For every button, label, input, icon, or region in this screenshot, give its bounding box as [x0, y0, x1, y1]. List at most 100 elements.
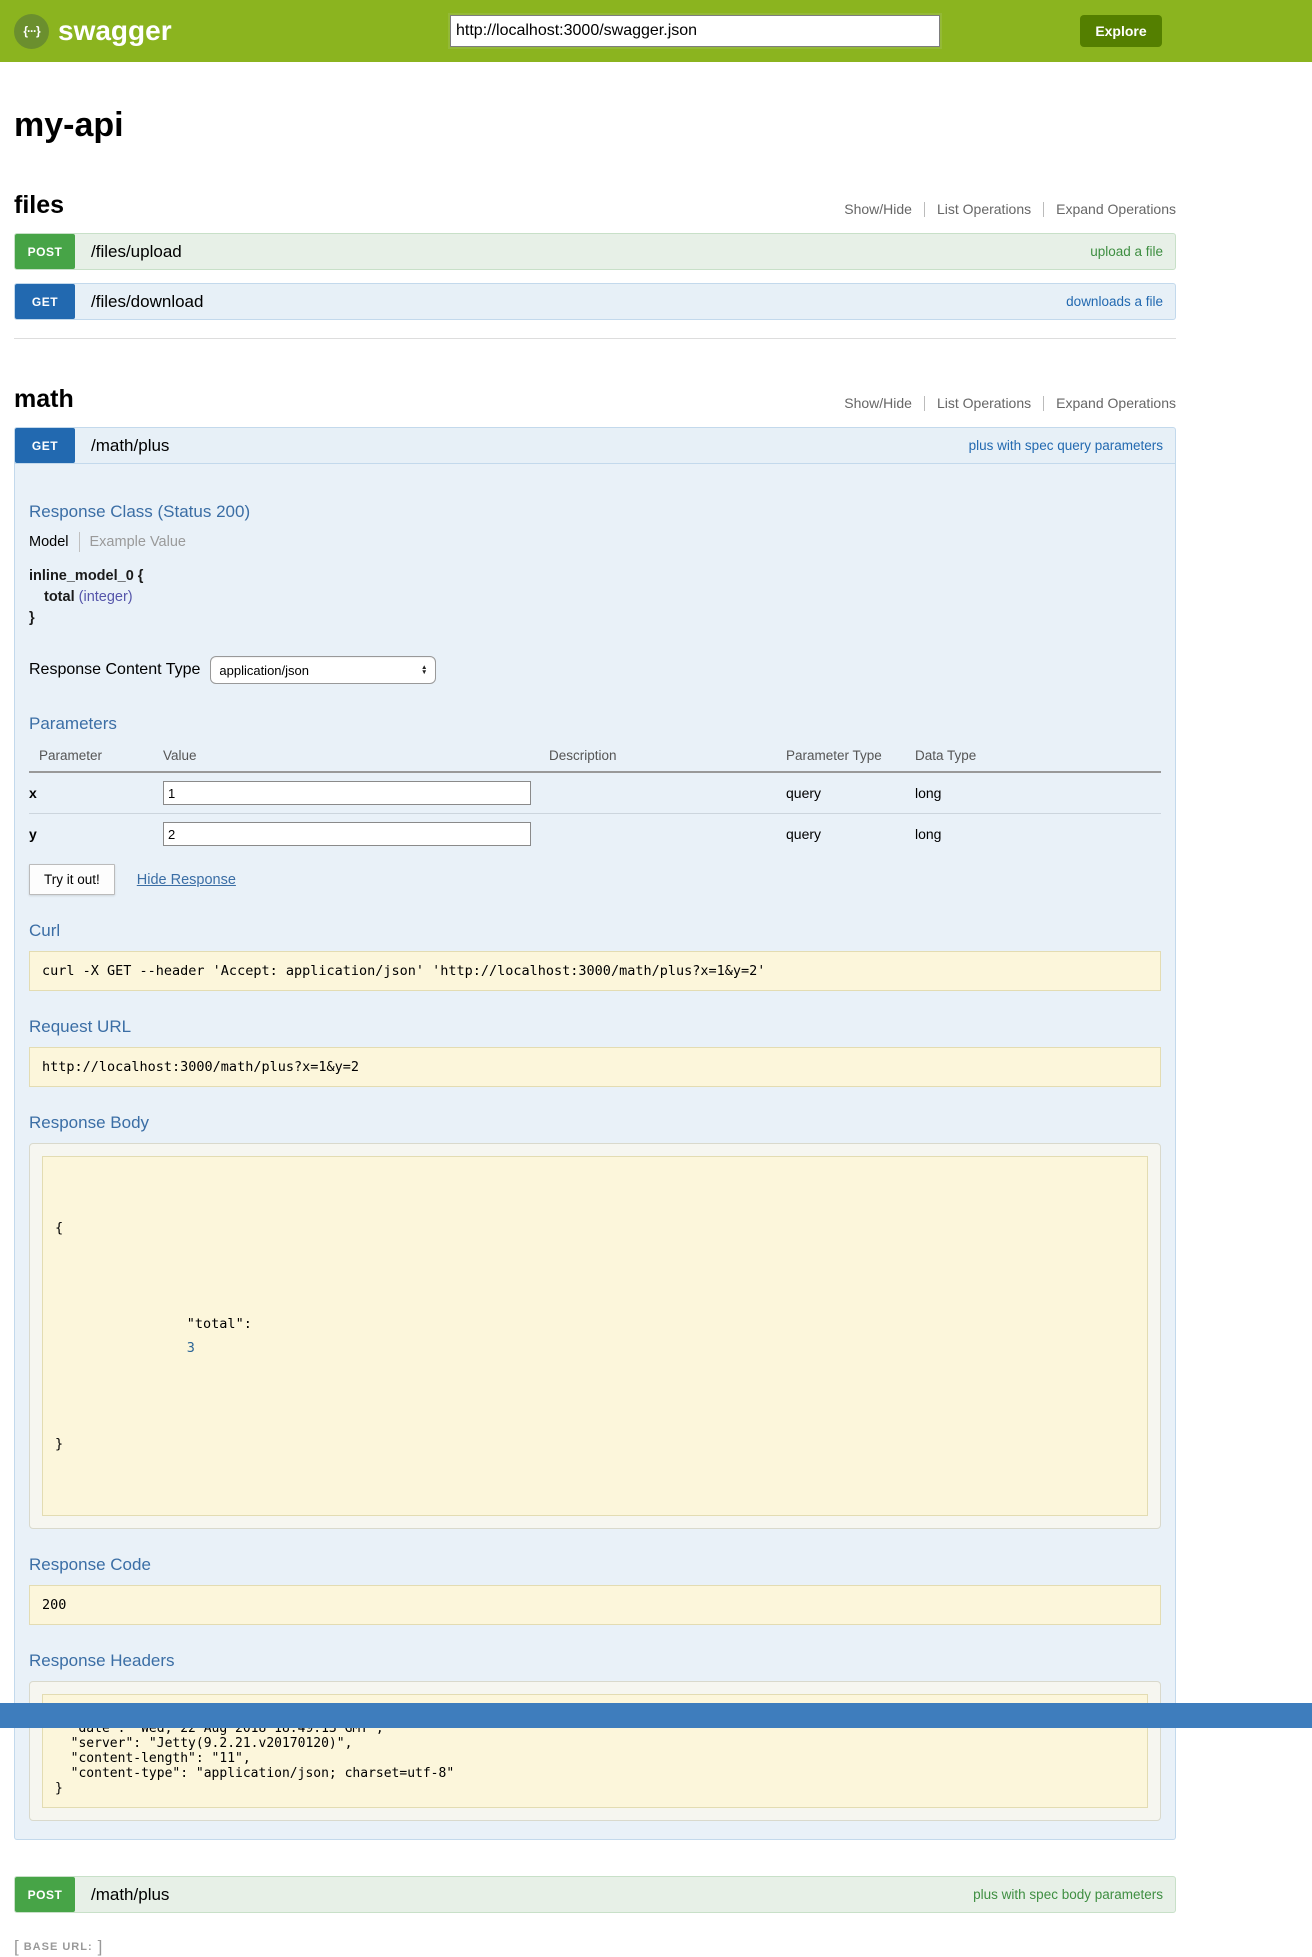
footer-bar	[0, 1703, 1312, 1728]
json-key: "total":	[187, 1316, 252, 1332]
model-signature: inline_model_0 { total (integer) }	[29, 568, 1161, 626]
param-data-type: long	[915, 814, 1161, 855]
operation-path-link[interactable]: /math/plus	[91, 1885, 169, 1905]
link-divider	[924, 396, 925, 411]
col-data-type: Data Type	[915, 744, 1161, 772]
parameter-row-y: y query long	[29, 814, 1161, 855]
get-method-badge[interactable]: GET	[15, 428, 75, 463]
operation-path-link[interactable]: /math/plus	[91, 436, 169, 456]
brand-name: swagger	[58, 15, 172, 47]
response-body-block: { "total": 3 }	[29, 1143, 1161, 1529]
parameter-row-x: x query long	[29, 772, 1161, 814]
param-type: query	[786, 772, 915, 814]
operation-summary-link[interactable]: upload a file	[1090, 244, 1163, 259]
param-name: x	[29, 772, 163, 814]
operation-heading[interactable]: POST /files/upload upload a file	[14, 233, 1176, 270]
select-arrows-icon: ▲▼	[421, 665, 427, 675]
operation-summary-link[interactable]: plus with spec body parameters	[973, 1887, 1163, 1902]
operation-get-files-download: GET /files/download downloads a file	[14, 283, 1176, 320]
response-headers-heading: Response Headers	[29, 1651, 1161, 1671]
operation-detail-panel: Response Class (Status 200) Model Exampl…	[14, 464, 1176, 1840]
tab-divider	[79, 532, 80, 552]
param-description	[549, 814, 786, 855]
get-method-badge[interactable]: GET	[15, 284, 75, 319]
section-math: math Show/Hide List Operations Expand Op…	[14, 385, 1176, 1913]
response-code-heading: Response Code	[29, 1555, 1161, 1575]
base-url-open-bracket: [	[14, 1937, 19, 1957]
try-it-out-button[interactable]: Try it out!	[29, 864, 115, 895]
show-hide-link[interactable]: Show/Hide	[844, 395, 912, 411]
post-method-badge[interactable]: POST	[15, 234, 75, 269]
operation-summary-link[interactable]: downloads a file	[1066, 294, 1163, 309]
section-links-files: Show/Hide List Operations Expand Operati…	[844, 201, 1176, 220]
link-divider	[1043, 396, 1044, 411]
spec-url-input[interactable]	[450, 15, 940, 47]
tab-model[interactable]: Model	[29, 534, 69, 550]
expand-operations-link[interactable]: Expand Operations	[1056, 395, 1176, 411]
operation-post-files-upload: POST /files/upload upload a file	[14, 233, 1176, 270]
json-value: 3	[187, 1340, 195, 1356]
explore-button[interactable]: Explore	[1080, 15, 1162, 47]
curl-command: curl -X GET --header 'Accept: applicatio…	[29, 951, 1161, 991]
json-open-brace: {	[55, 1216, 1135, 1240]
model-open: inline_model_0 {	[29, 568, 1161, 584]
post-method-badge[interactable]: POST	[15, 1877, 75, 1912]
col-parameter-type: Parameter Type	[786, 744, 915, 772]
operation-path-link[interactable]: /files/upload	[91, 242, 182, 262]
model-tabs: Model Example Value	[29, 532, 1161, 552]
section-title-files[interactable]: files	[14, 191, 64, 220]
col-value: Value	[163, 744, 549, 772]
operation-heading[interactable]: GET /math/plus plus with spec query para…	[14, 427, 1176, 464]
parameters-table: Parameter Value Description Parameter Ty…	[29, 744, 1161, 854]
top-header-bar: {···} swagger Explore	[0, 0, 1312, 62]
selected-option: application/json	[219, 663, 309, 678]
section-links-math: Show/Hide List Operations Expand Operati…	[844, 395, 1176, 414]
operation-get-math-plus: GET /math/plus plus with spec query para…	[14, 427, 1176, 1840]
response-code-value: 200	[29, 1585, 1161, 1625]
param-y-value-input[interactable]	[163, 822, 531, 846]
response-headers-block: { "date": "Wed, 22 Aug 2018 18:49:13 GMT…	[29, 1681, 1161, 1821]
request-url-value: http://localhost:3000/math/plus?x=1&y=2	[29, 1047, 1161, 1087]
main-content: my-api files Show/Hide List Operations E…	[14, 106, 1176, 1957]
try-it-out-row: Try it out! Hide Response	[29, 864, 1161, 895]
response-class-heading: Response Class (Status 200)	[29, 502, 1161, 522]
operation-heading[interactable]: GET /files/download downloads a file	[14, 283, 1176, 320]
response-content-type-select[interactable]: application/json ▲▼	[210, 656, 436, 684]
section-files: files Show/Hide List Operations Expand O…	[14, 191, 1176, 320]
model-property-type: (integer)	[79, 589, 133, 605]
col-description: Description	[549, 744, 786, 772]
swagger-brand[interactable]: {···} swagger	[14, 14, 172, 49]
list-operations-link[interactable]: List Operations	[937, 395, 1031, 411]
curl-heading: Curl	[29, 921, 1161, 941]
param-name: y	[29, 814, 163, 855]
operation-summary-link[interactable]: plus with spec query parameters	[969, 438, 1163, 453]
show-hide-link[interactable]: Show/Hide	[844, 201, 912, 217]
col-parameter: Parameter	[29, 744, 163, 772]
model-property-name: total	[44, 589, 75, 605]
base-url-label: [ BASE URL: ]	[14, 1937, 1176, 1957]
page-title: my-api	[14, 106, 1176, 145]
operation-path-link[interactable]: /files/download	[91, 292, 203, 312]
tab-example-value[interactable]: Example Value	[90, 534, 186, 550]
section-title-math[interactable]: math	[14, 385, 74, 414]
swagger-logo-icon: {···}	[14, 14, 49, 49]
model-close: }	[29, 610, 1161, 626]
expand-operations-link[interactable]: Expand Operations	[1056, 201, 1176, 217]
list-operations-link[interactable]: List Operations	[937, 201, 1031, 217]
link-divider	[1043, 202, 1044, 217]
request-url-heading: Request URL	[29, 1017, 1161, 1037]
response-body-json: { "total": 3 }	[42, 1156, 1148, 1516]
json-close-brace: }	[55, 1432, 1135, 1456]
param-type: query	[786, 814, 915, 855]
parameters-heading: Parameters	[29, 714, 1161, 734]
response-body-heading: Response Body	[29, 1113, 1161, 1133]
param-data-type: long	[915, 772, 1161, 814]
hide-response-link[interactable]: Hide Response	[137, 872, 236, 888]
param-x-value-input[interactable]	[163, 781, 531, 805]
link-divider	[924, 202, 925, 217]
response-content-type-label: Response Content Type	[29, 661, 200, 679]
operation-heading[interactable]: POST /math/plus plus with spec body para…	[14, 1876, 1176, 1913]
section-divider	[14, 338, 1176, 339]
operation-post-math-plus: POST /math/plus plus with spec body para…	[14, 1876, 1176, 1913]
response-content-type-row: Response Content Type application/json ▲…	[29, 656, 1161, 684]
